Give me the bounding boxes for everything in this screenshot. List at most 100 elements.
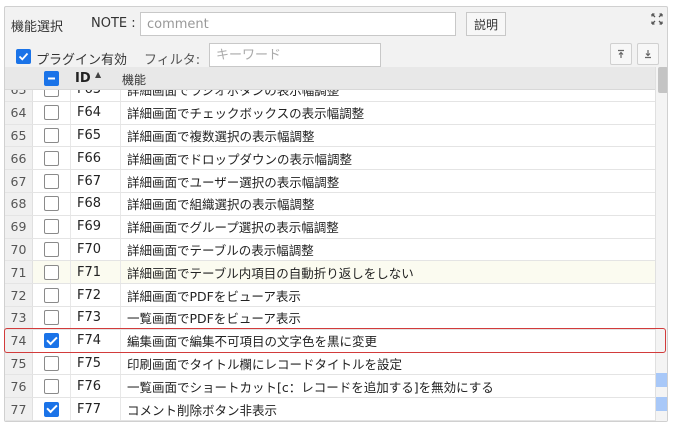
note-label: NOTE : [91, 16, 136, 31]
row-checkbox[interactable] [44, 333, 59, 349]
row-checkbox[interactable] [44, 264, 59, 280]
row-id: F71 [71, 261, 121, 284]
row-id: F74 [71, 329, 121, 352]
table-row[interactable]: 75 F75 印刷画面でタイトル欄にレコードタイトルを設定 [5, 352, 655, 376]
table-row[interactable]: 72 F72 詳細画面でPDFをビューア表示 [5, 284, 655, 307]
table-row[interactable]: 76 F76 一覧画面でショートカット[c：レコードを追加する]を無効にする [5, 375, 655, 399]
row-id: F68 [71, 192, 121, 215]
table-row[interactable]: 77 F77 コメント削除ボタン非表示 [5, 398, 655, 421]
row-checkbox-cell [33, 352, 71, 375]
row-checkbox[interactable] [44, 378, 59, 394]
plugin-enabled-checkbox[interactable] [16, 49, 31, 64]
header-row: 機能選択 NOTE : 説明 [5, 7, 667, 41]
row-checkbox[interactable] [44, 105, 59, 121]
row-function-label: 詳細画面でラジオボタンの表示幅調整 [127, 90, 340, 99]
row-number: 73 [5, 306, 33, 329]
table-row[interactable]: 71 F71 詳細画面でテーブル内項目の自動折り返しをしない [5, 261, 655, 285]
row-checkbox-cell [33, 170, 71, 192]
row-number: 64 [5, 101, 33, 124]
expand-icon[interactable] [650, 12, 664, 26]
table-header: ID ▲ 機能 [5, 67, 655, 90]
table-rows: 63 F63 詳細画面でラジオボタンの表示幅調整 64 F64 詳細画面でチェックボックス… [5, 90, 655, 421]
row-checkbox[interactable] [44, 219, 59, 235]
row-checkbox-cell [33, 90, 71, 101]
row-number: 72 [5, 284, 33, 306]
table-row[interactable]: 66 F66 詳細画面でドロップダウンの表示幅調整 [5, 147, 655, 171]
row-number: 70 [5, 238, 33, 261]
row-number: 66 [5, 147, 33, 170]
row-number: 67 [5, 170, 33, 192]
table-row[interactable]: 70 F70 詳細画面でテーブルの表示幅調整 [5, 238, 655, 262]
feature-select-panel: 機能選択 NOTE : 説明 プラグイン有効 フィルタ: [4, 6, 668, 422]
select-all-checkbox[interactable] [44, 71, 59, 86]
row-checkbox-cell [33, 124, 71, 147]
scrollbar-marker [656, 397, 667, 411]
row-function-label: 詳細画面でテーブルの表示幅調整 [127, 242, 314, 258]
row-checkbox-cell [33, 238, 71, 261]
row-function-label: 詳細画面で組織選択の表示幅調整 [127, 197, 315, 213]
row-number: 69 [5, 215, 33, 238]
row-checkbox[interactable] [44, 401, 59, 417]
row-number: 71 [5, 261, 33, 284]
row-function-label: 詳細画面でテーブル内項目の自動折り返しをしない [127, 265, 414, 281]
row-checkbox[interactable] [44, 173, 59, 189]
filter-input[interactable] [209, 43, 381, 67]
sort-asc-icon[interactable]: ▲ [95, 70, 101, 79]
row-id: F64 [71, 101, 121, 124]
row-checkbox-cell [33, 147, 71, 170]
row-checkbox-cell [33, 101, 71, 124]
row-function-label: 詳細画面で複数選択の表示幅調整 [127, 128, 315, 144]
table-row[interactable]: 63 F63 詳細画面でラジオボタンの表示幅調整 [5, 90, 655, 102]
row-function-label: 詳細画面でPDFをビューア表示 [127, 288, 301, 304]
row-checkbox[interactable] [44, 196, 59, 212]
row-id: F65 [71, 124, 121, 147]
row-id: F70 [71, 238, 121, 261]
row-checkbox-cell [33, 284, 71, 306]
feature-table: ID ▲ 機能 63 F63 詳細画面でラジオボタンの表示幅調整 64 F64 詳細画面で… [5, 67, 667, 421]
row-id: F77 [71, 398, 121, 420]
download-icon [645, 50, 651, 59]
column-header-id[interactable]: ID [75, 71, 91, 86]
row-id: F75 [71, 352, 121, 375]
table-row[interactable]: 68 F68 詳細画面で組織選択の表示幅調整 [5, 192, 655, 216]
row-function-label: 詳細画面でユーザー選択の表示幅調整 [127, 174, 340, 190]
upload-button[interactable] [610, 43, 632, 65]
download-button[interactable] [637, 43, 659, 65]
check-icon [18, 52, 29, 61]
row-id: F67 [71, 170, 121, 192]
table-row[interactable]: 64 F64 詳細画面でチェックボックスの表示幅調整 [5, 101, 655, 125]
row-checkbox[interactable] [44, 241, 59, 257]
row-checkbox-cell [33, 215, 71, 238]
row-checkbox[interactable] [44, 150, 59, 166]
row-checkbox-cell [33, 398, 71, 420]
table-row[interactable]: 74 F74 編集画面で編集不可項目の文字色を黒に変更 [5, 329, 655, 353]
plugin-enabled-label: プラグイン有効 [36, 53, 128, 68]
table-row[interactable]: 69 F69 詳細画面でグループ選択の表示幅調整 [5, 215, 655, 239]
row-checkbox[interactable] [44, 355, 59, 371]
row-checkbox[interactable] [44, 310, 59, 326]
row-function-label: 編集画面で編集不可項目の文字色を黒に変更 [127, 334, 378, 350]
row-number: 76 [5, 375, 33, 398]
row-id: F73 [71, 306, 121, 329]
table-row[interactable]: 73 F73 一覧画面でPDFをビューア表示 [5, 306, 655, 330]
row-number: 63 [5, 90, 33, 101]
table-row[interactable]: 67 F67 詳細画面でユーザー選択の表示幅調整 [5, 170, 655, 193]
indeterminate-icon [48, 77, 55, 80]
row-checkbox[interactable] [44, 127, 59, 143]
note-input[interactable] [140, 12, 456, 36]
filter-label: フィルタ: [144, 53, 201, 68]
row-number: 75 [5, 352, 33, 375]
scrollbar[interactable] [655, 67, 667, 421]
column-header-function: 機能 [122, 73, 147, 87]
row-function-label: 詳細画面でチェックボックスの表示幅調整 [127, 106, 365, 122]
row-checkbox[interactable] [44, 90, 59, 98]
row-function-label: コメント削除ボタン非表示 [127, 402, 278, 418]
row-checkbox-cell [33, 375, 71, 398]
table-row[interactable]: 65 F65 詳細画面で複数選択の表示幅調整 [5, 124, 655, 148]
description-button[interactable]: 説明 [466, 12, 506, 36]
scrollbar-thumb[interactable] [658, 67, 667, 93]
row-function-label: 詳細画面でドロップダウンの表示幅調整 [127, 151, 353, 167]
row-function-label: 詳細画面でグループ選択の表示幅調整 [127, 220, 339, 236]
row-checkbox[interactable] [44, 287, 59, 303]
row-id: F66 [71, 147, 121, 170]
